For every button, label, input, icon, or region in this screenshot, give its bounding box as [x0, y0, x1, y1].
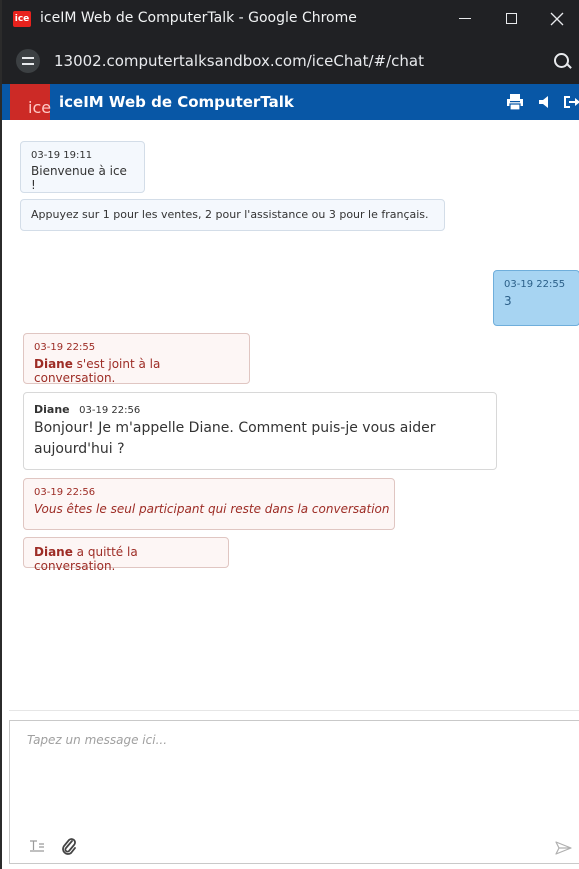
print-icon[interactable] [505, 92, 525, 112]
message-timestamp: 03-19 22:55 [504, 279, 566, 290]
maximize-button[interactable] [488, 0, 534, 38]
app-title: iceIM Web de ComputerTalk [59, 93, 294, 111]
site-info-icon[interactable] [16, 49, 40, 73]
address-bar: 13002.computertalksandbox.com/iceChat/#/… [2, 38, 579, 84]
message-timestamp: 03-19 22:56 [79, 405, 141, 416]
message-timestamp: 03-19 19:11 [31, 150, 93, 161]
minimize-icon [459, 18, 471, 19]
app-favicon: ice [13, 11, 31, 27]
app-logo: ice [10, 84, 52, 120]
participant-name: Diane [34, 545, 73, 559]
message-header: Diane 03-19 22:56 [34, 403, 486, 416]
message-text: Bonjour! Je m'appelle Diane. Comment pui… [34, 420, 436, 457]
close-icon [550, 12, 564, 26]
message-timestamp: 03-19 22:55 [34, 342, 96, 353]
agent-name: Diane [34, 403, 70, 416]
leave-event: Diane a quitté la conversation. [23, 537, 229, 573]
maximize-icon [505, 13, 517, 24]
browser-window: ice iceIM Web de ComputerTalk - Google C… [0, 0, 579, 869]
join-event: 03-19 22:55 Diane s'est joint à la conve… [23, 333, 250, 385]
exit-icon[interactable] [562, 92, 579, 112]
menu-message: Appuyez sur 1 pour les ventes, 2 pour l'… [20, 199, 445, 231]
close-button[interactable] [534, 0, 579, 38]
message-text: Diane s'est joint à la conversation. [34, 357, 239, 385]
message-text: Bienvenue à ice ! [31, 164, 127, 192]
attach-icon[interactable] [61, 837, 77, 855]
message-timestamp: 03-19 22:56 [34, 487, 96, 498]
divider [9, 710, 579, 711]
participant-name: Diane [34, 357, 73, 371]
sound-icon[interactable] [535, 92, 555, 112]
url-field[interactable]: 13002.computertalksandbox.com/iceChat/#/… [54, 52, 424, 70]
user-message: 03-19 22:55 3 [493, 270, 579, 326]
alone-event: 03-19 22:56 Vous êtes le seul participan… [23, 478, 395, 530]
message-text: Appuyez sur 1 pour les ventes, 2 pour l'… [31, 208, 429, 221]
app-header: ice iceIM Web de ComputerTalk [2, 84, 579, 120]
input-placeholder: Tapez un message ici... [27, 733, 168, 747]
send-icon[interactable] [555, 841, 572, 855]
message-text: Diane a quitté la conversation. [34, 545, 218, 573]
window-title: iceIM Web de ComputerTalk - Google Chrom… [40, 10, 357, 26]
agent-message: Diane 03-19 22:56 Bonjour! Je m'appelle … [23, 392, 497, 470]
message-text: Vous êtes le seul participant qui reste … [34, 502, 390, 516]
title-bar: ice iceIM Web de ComputerTalk - Google C… [2, 0, 579, 38]
format-icon[interactable] [29, 840, 45, 852]
welcome-message: 03-19 19:11 Bienvenue à ice ! [20, 141, 145, 193]
message-text: 3 [504, 294, 512, 308]
zoom-icon[interactable] [554, 53, 569, 68]
minimize-button[interactable] [442, 0, 488, 38]
logo-text: ice [28, 98, 52, 117]
